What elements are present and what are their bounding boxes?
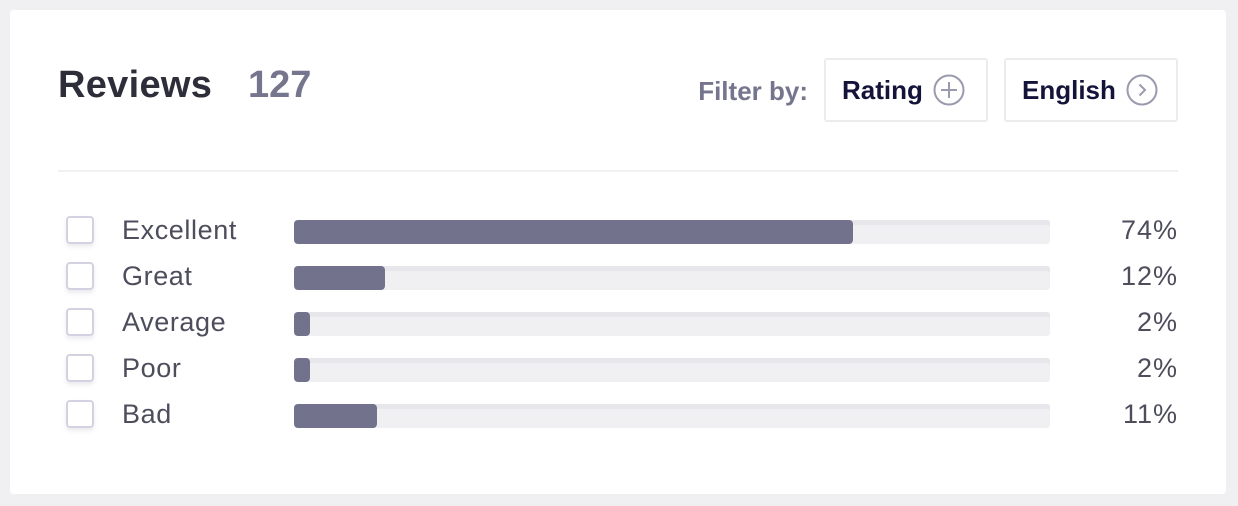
rating-percent: 2% xyxy=(1136,353,1178,383)
rating-bar-track xyxy=(294,358,1050,382)
reviews-header: Reviews 127 Filter by: Rating English xyxy=(58,58,1178,122)
rating-row-bad: Bad 11% xyxy=(66,397,1178,443)
rating-bar-track xyxy=(294,404,1050,428)
rating-checkbox[interactable] xyxy=(66,400,94,428)
filter-label: Filter by: xyxy=(698,76,808,106)
rating-percent: 11% xyxy=(1122,399,1178,429)
rating-percent: 74% xyxy=(1120,215,1178,245)
rating-label: Poor xyxy=(122,353,182,383)
rating-bar-fill xyxy=(294,220,854,244)
rating-row-poor: Poor 2% xyxy=(66,351,1178,397)
rating-checkbox[interactable] xyxy=(66,354,94,382)
rating-bar-fill xyxy=(294,404,378,428)
rating-row-average: Average 2% xyxy=(66,305,1178,351)
rating-checkbox[interactable] xyxy=(66,216,94,244)
rating-label: Average xyxy=(122,307,227,337)
filter-rating-button[interactable]: Rating xyxy=(824,58,988,122)
rating-label: Excellent xyxy=(122,215,237,245)
rating-bar-fill xyxy=(294,312,310,336)
chevron-right-circle-icon xyxy=(1126,74,1158,106)
review-count: 127 xyxy=(248,64,312,106)
filter-rating-label: Rating xyxy=(842,74,923,105)
rating-percent: 12% xyxy=(1120,261,1178,291)
rating-checkbox[interactable] xyxy=(66,262,94,290)
rating-breakdown: Excellent 74% Great 12% Average 2% Poor xyxy=(66,213,1178,443)
header-divider xyxy=(58,170,1178,172)
rating-bar-track xyxy=(294,220,1050,244)
filter-language-button[interactable]: English xyxy=(1004,58,1178,122)
rating-bar-fill xyxy=(294,266,385,290)
rating-bar-fill xyxy=(294,358,310,382)
filter-language-label: English xyxy=(1022,74,1116,105)
rating-label: Great xyxy=(122,261,193,291)
rating-checkbox[interactable] xyxy=(66,308,94,336)
reviews-card: Reviews 127 Filter by: Rating English Ex… xyxy=(10,10,1226,494)
page-title: Reviews xyxy=(58,64,213,106)
rating-row-excellent: Excellent 74% xyxy=(66,213,1178,259)
rating-label: Bad xyxy=(122,399,172,429)
rating-bar-track xyxy=(294,312,1050,336)
rating-percent: 2% xyxy=(1136,307,1178,337)
rating-bar-track xyxy=(294,266,1050,290)
plus-circle-icon xyxy=(933,74,965,106)
rating-row-great: Great 12% xyxy=(66,259,1178,305)
